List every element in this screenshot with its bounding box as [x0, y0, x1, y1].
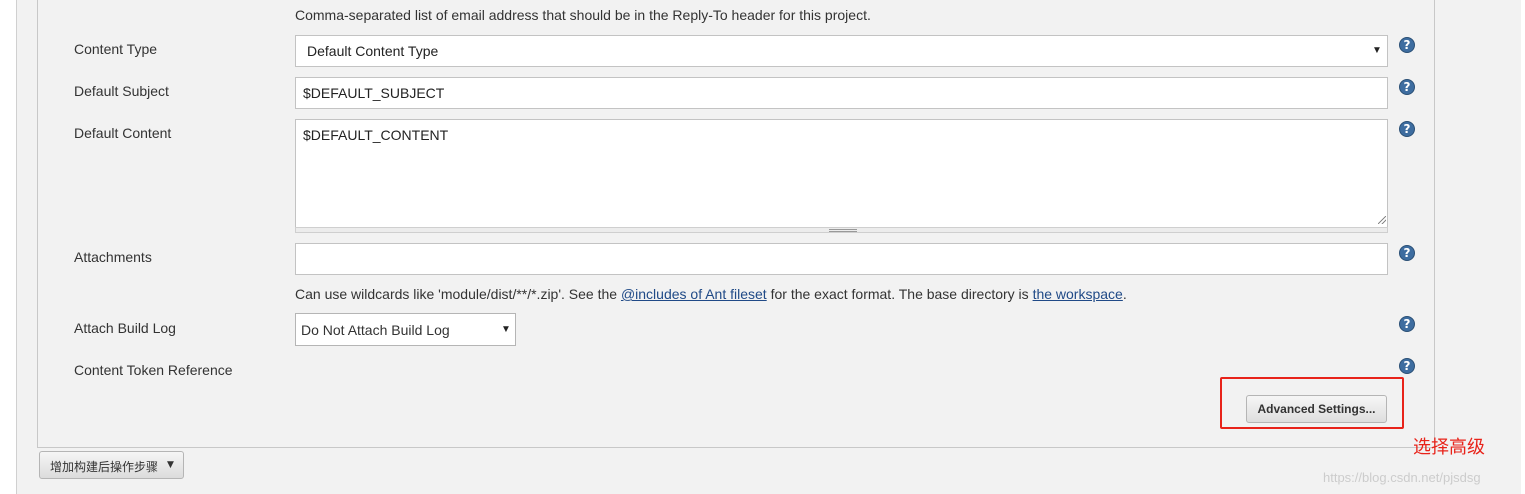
help-icon[interactable]: ? [1399, 245, 1415, 261]
reply-to-description: Comma-separated list of email address th… [295, 7, 871, 23]
annotation-text: 选择高级 [1413, 437, 1485, 458]
attachments-label: Attachments [74, 249, 152, 265]
add-post-build-step-label: 增加构建后操作步骤 [50, 460, 159, 474]
help-icon[interactable]: ? [1399, 316, 1415, 332]
help-icon[interactable]: ? [1399, 79, 1415, 95]
textarea-resize-handle[interactable] [295, 227, 1388, 233]
attachments-help-prefix: Can use wildcards like 'module/dist/**/*… [295, 286, 621, 302]
attachments-help-suffix: . [1122, 286, 1127, 302]
content-type-select[interactable]: Default Content Type ▼ [295, 35, 1388, 67]
add-post-build-step-button[interactable]: 增加构建后操作步骤 ▼ [39, 451, 184, 479]
grip-icon [829, 229, 857, 232]
attachments-input[interactable] [295, 243, 1388, 275]
content-token-reference-label: Content Token Reference [74, 362, 233, 378]
annotation-highlight-box [1220, 377, 1404, 429]
attachments-help-text: Can use wildcards like 'module/dist/**/*… [295, 286, 1127, 302]
content-type-value: Default Content Type [307, 43, 439, 59]
content-type-label: Content Type [74, 41, 158, 57]
help-icon[interactable]: ? [1399, 121, 1415, 137]
attach-build-log-select[interactable]: Do Not Attach Build Log ▼ [295, 313, 516, 346]
textarea-resize-corner-icon[interactable] [1378, 216, 1386, 224]
help-icon[interactable]: ? [1399, 37, 1415, 53]
chevron-down-icon: ▼ [501, 324, 511, 335]
default-content-textarea[interactable]: $DEFAULT_CONTENT [295, 119, 1388, 228]
default-subject-value: $DEFAULT_SUBJECT [303, 85, 445, 101]
attach-build-log-value: Do Not Attach Build Log [301, 322, 450, 338]
workspace-link[interactable]: the workspace [1033, 286, 1123, 302]
default-content-label: Default Content [74, 125, 172, 141]
default-content-value: $DEFAULT_CONTENT [303, 127, 449, 143]
watermark: https://blog.csdn.net/pjsdsg [1323, 470, 1481, 485]
chevron-down-icon: ▼ [167, 460, 174, 470]
ant-fileset-link[interactable]: @includes of Ant fileset [621, 286, 767, 302]
chevron-down-icon: ▼ [1372, 45, 1382, 56]
attach-build-log-label: Attach Build Log [74, 320, 176, 336]
help-icon[interactable]: ? [1399, 358, 1415, 374]
default-subject-input[interactable]: $DEFAULT_SUBJECT [295, 77, 1388, 109]
attachments-help-mid: for the exact format. The base directory… [766, 286, 1033, 302]
default-subject-label: Default Subject [74, 83, 169, 99]
